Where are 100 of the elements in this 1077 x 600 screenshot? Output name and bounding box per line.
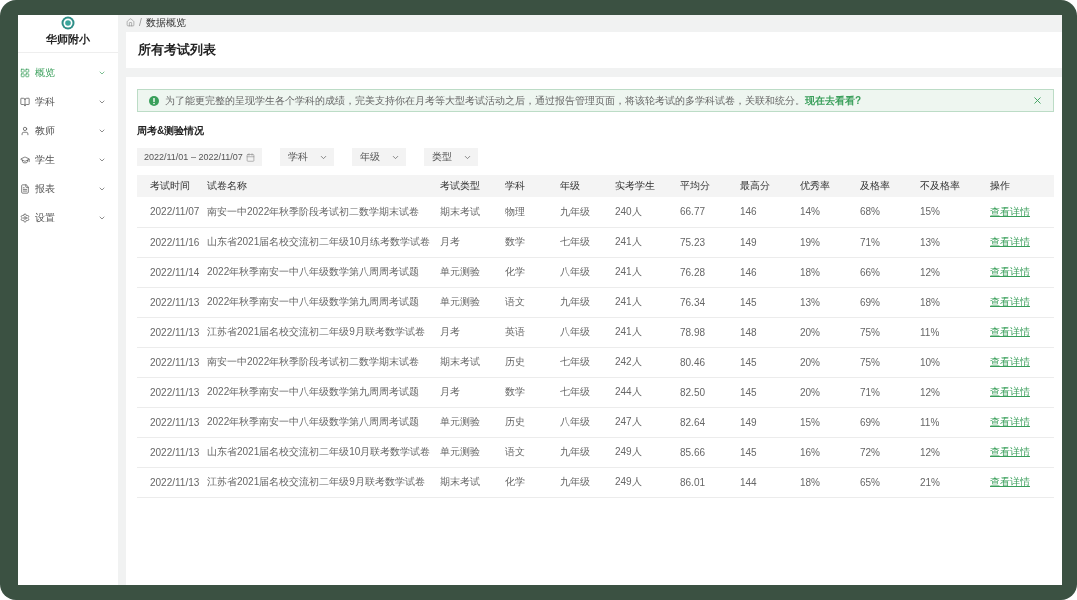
table-cell: 八年级	[560, 317, 615, 347]
table-cell: 2022/11/14	[137, 257, 207, 287]
table-cell: 单元测验	[440, 287, 505, 317]
table-cell: 18%	[800, 467, 860, 497]
column-header: 学科	[505, 175, 560, 197]
table-cell: 85.66	[680, 437, 740, 467]
dropdown-select[interactable]: 年级	[352, 148, 406, 166]
table-cell: 78.98	[680, 317, 740, 347]
table-cell: 241人	[615, 257, 680, 287]
dropdown-select[interactable]: 类型	[424, 148, 478, 166]
table-cell: 10%	[920, 347, 990, 377]
table-cell: 148	[740, 317, 800, 347]
table-cell: 11%	[920, 317, 990, 347]
calendar-icon	[246, 152, 255, 162]
book-icon	[20, 96, 30, 107]
column-header: 试卷名称	[207, 175, 440, 197]
table-cell: 242人	[615, 347, 680, 377]
table-cell: 2022/11/13	[137, 377, 207, 407]
column-header: 及格率	[860, 175, 920, 197]
table-cell: 数学	[505, 227, 560, 257]
table-cell: 12%	[920, 377, 990, 407]
detail-link[interactable]: 查看详情	[990, 446, 1030, 457]
table-cell: 244人	[615, 377, 680, 407]
table-cell: 72%	[860, 437, 920, 467]
table-cell: 九年级	[560, 287, 615, 317]
document-icon	[20, 183, 30, 194]
detail-link[interactable]: 查看详情	[990, 236, 1030, 247]
table-cell: 20%	[800, 317, 860, 347]
table-cell: 物理	[505, 197, 560, 227]
detail-link[interactable]: 查看详情	[990, 205, 1030, 217]
detail-link[interactable]: 查看详情	[990, 356, 1030, 367]
table-cell: 南安一中2022年秋季阶段考试初二数学期末试卷	[207, 347, 440, 377]
table-cell: 2022年秋季南安一中八年级数学第八周周考试题	[207, 407, 440, 437]
table-cell: 20%	[800, 347, 860, 377]
breadcrumb-item[interactable]: 数据概览	[145, 16, 186, 29]
sidebar-item[interactable]: 设置	[18, 203, 118, 232]
sidebar-item[interactable]: 学生	[18, 145, 118, 174]
table-cell: 14%	[800, 197, 860, 227]
table-cell: 九年级	[560, 467, 615, 497]
table-cell: 18%	[920, 287, 990, 317]
table-cell: 20%	[800, 377, 860, 407]
table-cell: 69%	[860, 287, 920, 317]
home-icon[interactable]	[126, 18, 135, 27]
table-cell: 249人	[615, 467, 680, 497]
table-cell: 2022/11/16	[137, 227, 207, 257]
page-title: 所有考试列表	[138, 42, 216, 58]
table-cell: 七年级	[560, 227, 615, 257]
table-cell: 2022年秋季南安一中八年级数学第八周周考试题	[207, 257, 440, 287]
table-cell: 八年级	[560, 407, 615, 437]
table-cell: 249人	[615, 437, 680, 467]
table-cell: 21%	[920, 467, 990, 497]
alert-link[interactable]: 现在去看看?	[805, 94, 862, 106]
table-cell: 68%	[860, 197, 920, 227]
table-cell: 期末考试	[440, 197, 505, 227]
table-cell: 2022/11/13	[137, 407, 207, 437]
detail-link[interactable]: 查看详情	[990, 326, 1030, 337]
table-cell: 66%	[860, 257, 920, 287]
table-cell: 2022/11/07	[137, 197, 207, 227]
table-cell: 65%	[860, 467, 920, 497]
sidebar-item[interactable]: 学科	[18, 87, 118, 116]
table-cell: 期末考试	[440, 467, 505, 497]
column-header: 考试时间	[137, 175, 207, 197]
table-cell: 化学	[505, 467, 560, 497]
table-cell: 82.64	[680, 407, 740, 437]
table-cell: 76.28	[680, 257, 740, 287]
detail-link[interactable]: 查看详情	[990, 386, 1030, 397]
date-range-field[interactable]: 2022/11/01 – 2022/11/07	[137, 148, 262, 166]
detail-link[interactable]: 查看详情	[990, 476, 1030, 487]
sidebar-item[interactable]: 报表	[18, 174, 118, 203]
table-cell: 英语	[505, 317, 560, 347]
detail-link[interactable]: 查看详情	[990, 266, 1030, 277]
table-cell: 2022年秋季南安一中八年级数学第九周周考试题	[207, 377, 440, 407]
table-cell: 76.34	[680, 287, 740, 317]
table-cell: 九年级	[560, 197, 615, 227]
table-cell: 69%	[860, 407, 920, 437]
table-cell: 247人	[615, 407, 680, 437]
table-cell: 12%	[920, 257, 990, 287]
table-cell: 241人	[615, 287, 680, 317]
table-cell: 71%	[860, 227, 920, 257]
column-header: 平均分	[680, 175, 740, 197]
table-cell: 15%	[920, 197, 990, 227]
table-cell: 145	[740, 437, 800, 467]
detail-link[interactable]: 查看详情	[990, 416, 1030, 427]
table-cell: 241人	[615, 317, 680, 347]
table-cell: 144	[740, 467, 800, 497]
sidebar-item[interactable]: 概览	[18, 58, 118, 87]
grid-icon	[20, 67, 30, 78]
table-cell: 240人	[615, 197, 680, 227]
section-title: 周考&测验情况	[137, 125, 206, 137]
sidebar-item[interactable]: 教师	[18, 116, 118, 145]
table-cell: 75%	[860, 347, 920, 377]
table-cell: 语文	[505, 287, 560, 317]
breadcrumb-separator: /	[139, 16, 142, 29]
table-cell: 七年级	[560, 377, 615, 407]
table-cell: 江苏省2021届名校交流初二年级9月联考数学试卷	[207, 467, 440, 497]
detail-link[interactable]: 查看详情	[990, 296, 1030, 307]
table-cell: 82.50	[680, 377, 740, 407]
close-icon[interactable]	[1032, 95, 1043, 106]
table-cell: 145	[740, 347, 800, 377]
dropdown-select[interactable]: 学科	[280, 148, 334, 166]
